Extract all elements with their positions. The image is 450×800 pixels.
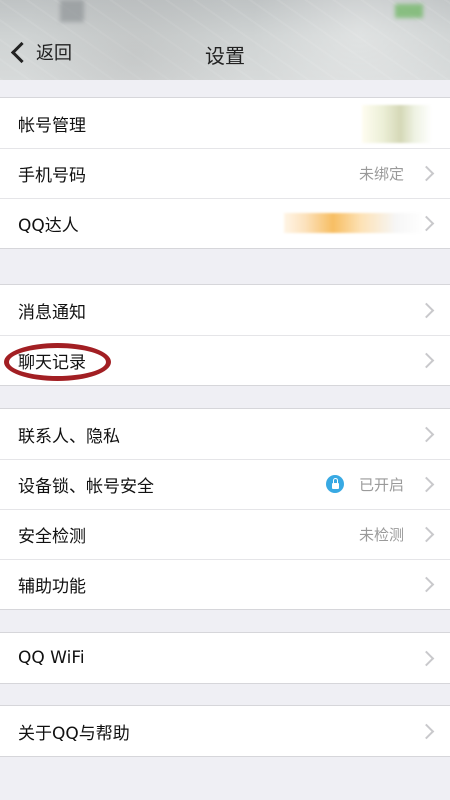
settings-item-phone-number[interactable]: 手机号码 未绑定 — [0, 148, 450, 198]
settings-group-security: 联系人、隐私 设备锁、帐号安全 已开启 安全检测 未检测 辅助功能 — [0, 408, 450, 610]
settings-item-qq-wifi[interactable]: QQ WiFi — [0, 633, 450, 683]
settings-item-value: 未绑定 — [358, 164, 404, 183]
chevron-right-icon — [418, 650, 435, 666]
chevron-right-icon — [418, 302, 435, 318]
status-bar-blur-right — [395, 4, 423, 18]
settings-item-label: 辅助功能 — [18, 576, 86, 597]
settings-item-value: 已开启 — [358, 475, 404, 494]
chevron-right-icon — [418, 352, 435, 368]
chevron-right-icon — [418, 426, 435, 442]
chevron-right-icon — [418, 165, 435, 181]
chevron-right-icon — [418, 476, 435, 492]
status-badge — [284, 213, 424, 233]
settings-item-notifications[interactable]: 消息通知 — [0, 285, 450, 335]
settings-group-account: 帐号管理 手机号码 未绑定 QQ达人 — [0, 97, 450, 249]
settings-item-qq-expert[interactable]: QQ达人 — [0, 198, 450, 248]
settings-item-about-help[interactable]: 关于QQ与帮助 — [0, 706, 450, 756]
settings-item-label: QQ WiFi — [18, 648, 85, 668]
avatar — [362, 105, 432, 143]
status-bar-blur-left — [60, 0, 84, 22]
settings-item-label: 手机号码 — [18, 165, 86, 186]
settings-group-about: 关于QQ与帮助 — [0, 705, 450, 757]
settings-item-device-lock[interactable]: 设备锁、帐号安全 已开启 — [0, 459, 450, 509]
lock-icon — [326, 475, 344, 493]
settings-item-label: 消息通知 — [18, 302, 86, 323]
settings-item-label: 帐号管理 — [18, 115, 86, 136]
settings-item-label: 联系人、隐私 — [18, 426, 120, 447]
settings-item-value: 未检测 — [358, 525, 404, 544]
settings-item-label: 设备锁、帐号安全 — [18, 476, 154, 497]
settings-item-label: 关于QQ与帮助 — [18, 723, 130, 744]
settings-item-accessibility[interactable]: 辅助功能 — [0, 559, 450, 609]
navigation-bar: 返回 设置 — [0, 0, 450, 80]
settings-item-label: 安全检测 — [18, 526, 86, 547]
chevron-right-icon — [418, 576, 435, 592]
settings-item-security-check[interactable]: 安全检测 未检测 — [0, 509, 450, 559]
settings-group-wifi: QQ WiFi — [0, 632, 450, 684]
chevron-right-icon — [418, 723, 435, 739]
settings-item-label: QQ达人 — [18, 215, 79, 236]
chevron-right-icon — [418, 526, 435, 542]
page-title: 设置 — [205, 44, 245, 68]
settings-item-contacts-privacy[interactable]: 联系人、隐私 — [0, 409, 450, 459]
highlight-ellipse — [4, 343, 111, 381]
settings-item-account-management[interactable]: 帐号管理 — [0, 98, 450, 148]
